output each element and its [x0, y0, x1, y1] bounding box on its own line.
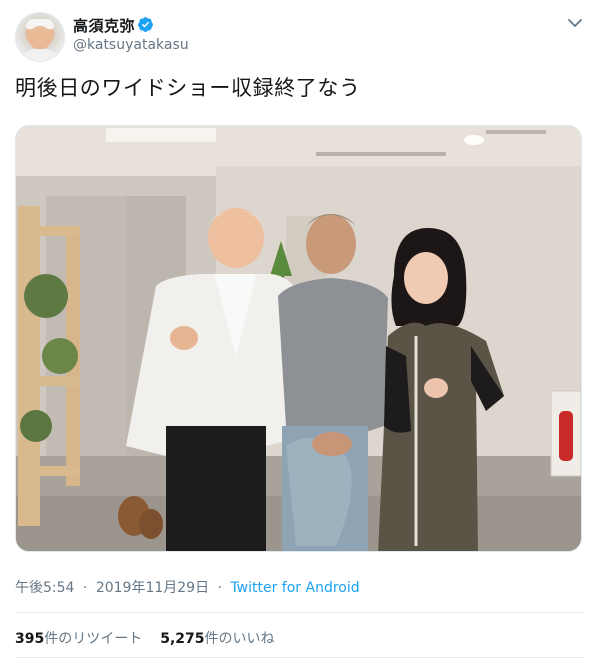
retweets-stat[interactable]: 395件のリツイート	[15, 631, 142, 647]
tweet-stats: 395件のリツイート 5,275件のいいね	[15, 628, 275, 648]
photo-illustration	[16, 126, 581, 551]
divider-bottom	[15, 657, 584, 658]
likes-label: 件のいいね	[204, 631, 275, 647]
retweets-count: 395	[15, 631, 45, 647]
retweets-label: 件のリツイート	[44, 631, 143, 647]
verified-badge-icon	[138, 17, 153, 32]
tweet-meta: 午後5:54 · 2019年11月29日 · Twitter for Andro…	[15, 577, 360, 597]
user-handle[interactable]: @katsuyatakasu	[73, 37, 189, 53]
tweet-card: 高須克弥 @katsuyatakasu 明後日のワイドショー収録終了なう 午後5…	[0, 0, 599, 660]
tweet-source-link[interactable]: Twitter for Android	[230, 580, 359, 596]
tweet-photo[interactable]	[15, 125, 582, 552]
chevron-down-icon[interactable]	[566, 16, 584, 30]
meta-separator-2: ·	[217, 580, 222, 596]
likes-stat[interactable]: 5,275件のいいね	[160, 631, 274, 647]
display-name[interactable]: 高須克弥	[73, 15, 135, 36]
tweet-text: 明後日のワイドショー収録終了なう	[15, 76, 361, 100]
tweet-date[interactable]: 2019年11月29日	[96, 580, 209, 596]
avatar[interactable]	[15, 12, 65, 62]
meta-separator: ·	[82, 580, 88, 596]
likes-count: 5,275	[160, 631, 205, 647]
tweet-time[interactable]: 午後5:54	[15, 580, 74, 596]
divider	[15, 612, 584, 613]
